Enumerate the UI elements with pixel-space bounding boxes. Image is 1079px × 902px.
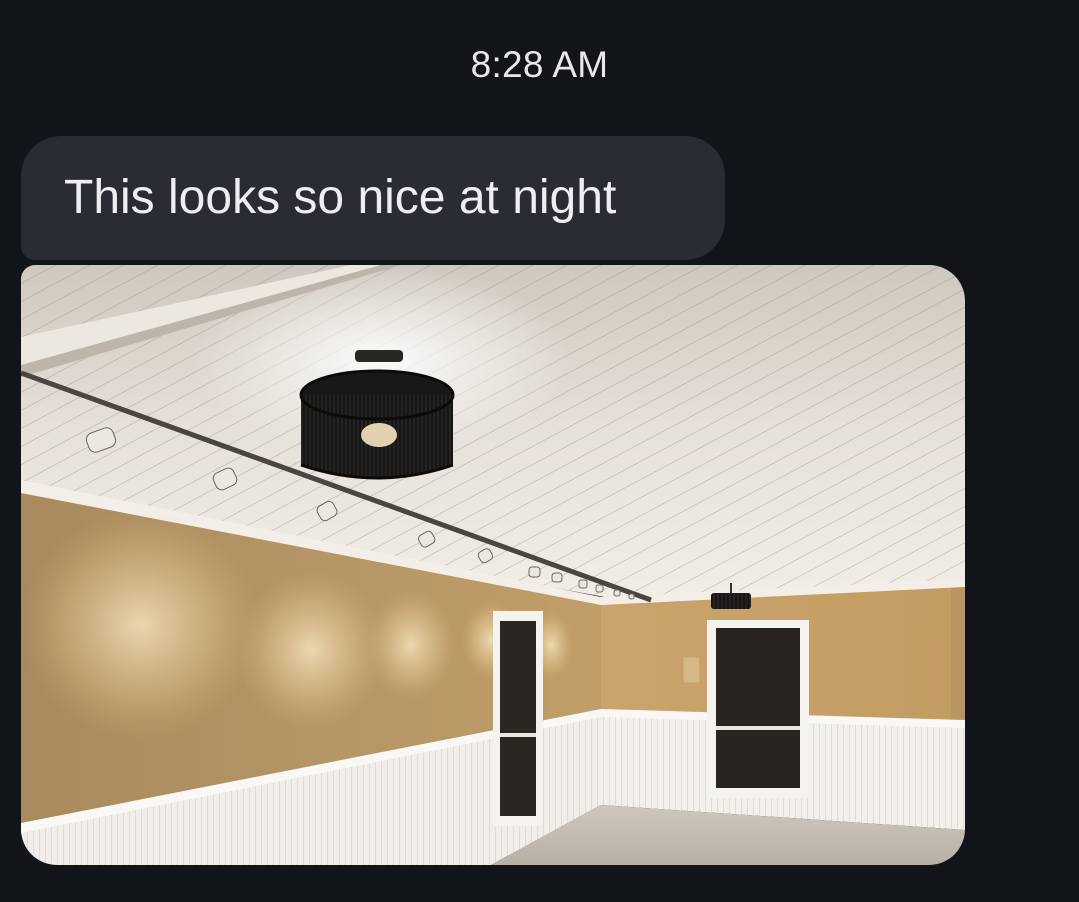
conversation-view: 8:28 AM This looks so nice at night [0, 0, 1079, 902]
incoming-image-message[interactable] [21, 265, 965, 865]
room-photo [21, 265, 965, 865]
message-timestamp: 8:28 AM [470, 44, 609, 85]
incoming-message-bubble[interactable]: This looks so nice at night [21, 136, 725, 260]
message-text: This looks so nice at night [64, 171, 617, 224]
